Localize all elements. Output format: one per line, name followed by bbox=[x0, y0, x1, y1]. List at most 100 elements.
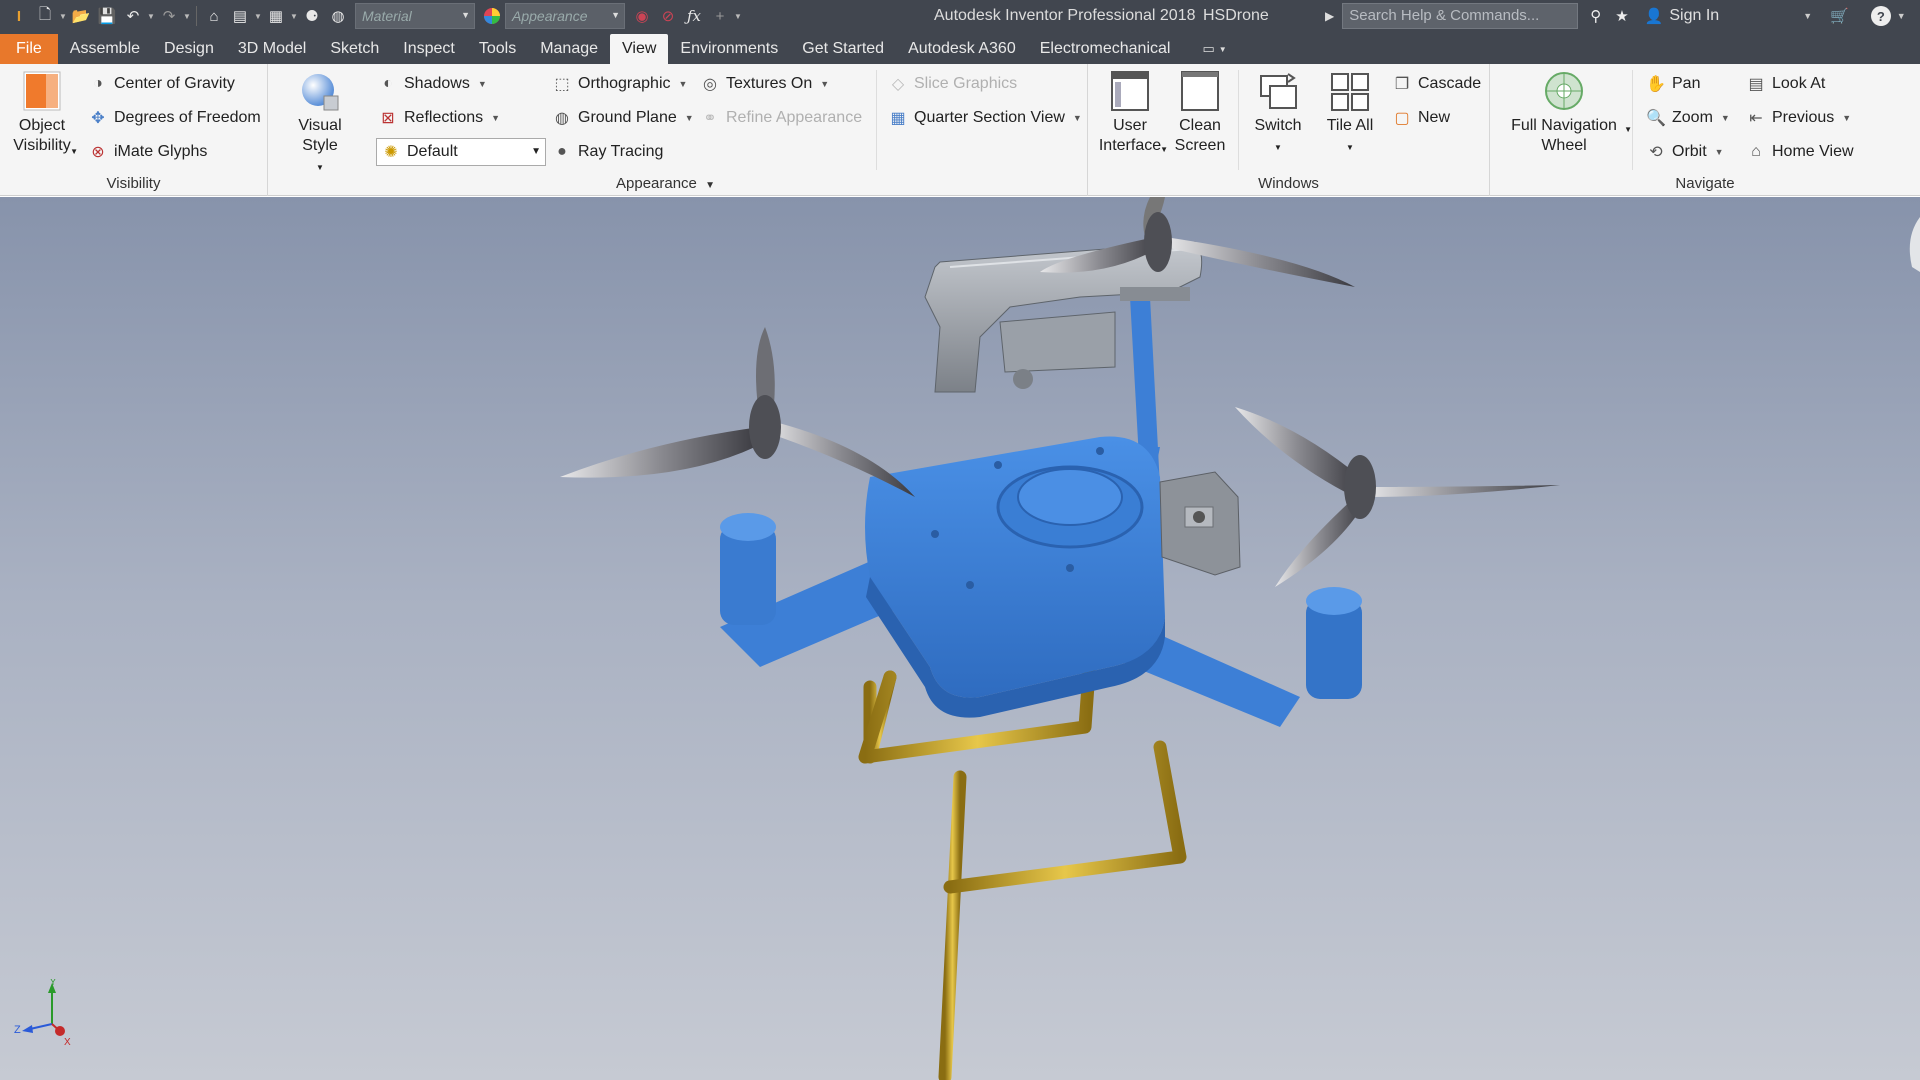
appearance-combo[interactable]: Appearance ▼ bbox=[505, 3, 625, 29]
chevron-down-icon: ▼ bbox=[70, 147, 78, 156]
shadows-button[interactable]: ◐ Shadows ▼ bbox=[378, 74, 487, 94]
orbit-button[interactable]: ⟲ Orbit ▼ bbox=[1646, 142, 1723, 162]
tab-3d-model[interactable]: 3D Model bbox=[226, 34, 318, 64]
home-icon[interactable]: ⌂ bbox=[201, 3, 227, 29]
refine-appearance-icon: ⚭ bbox=[703, 110, 717, 127]
print-dropdown-icon[interactable]: ▼ bbox=[253, 12, 263, 21]
clean-screen-label-2: Screen bbox=[1174, 137, 1226, 154]
pan-button[interactable]: ✋ Pan bbox=[1646, 74, 1700, 94]
adjust-appearance-icon[interactable]: ◉ bbox=[629, 3, 655, 29]
select-icon[interactable]: ▦ bbox=[263, 3, 289, 29]
object-visibility-label-2: Visibility bbox=[13, 137, 71, 154]
orthographic-button[interactable]: ⬚ Orthographic ▼ bbox=[552, 74, 687, 94]
reflections-button[interactable]: ⊠ Reflections ▼ bbox=[378, 108, 500, 128]
graphics-viewport[interactable]: Y Z X bbox=[0, 197, 1920, 1080]
full-navigation-wheel-button[interactable]: Full Navigation Wheel ▼ bbox=[1500, 70, 1632, 156]
new-dropdown-icon[interactable]: ▼ bbox=[58, 12, 68, 21]
tab-file[interactable]: File bbox=[0, 34, 58, 64]
panel-title-appearance[interactable]: Appearance ▼ bbox=[244, 175, 1087, 192]
tab-electromechanical[interactable]: Electromechanical bbox=[1028, 34, 1183, 64]
refine-appearance-button[interactable]: ⚭ Refine Appearance bbox=[700, 108, 862, 128]
chevron-down-icon: ▼ bbox=[1274, 143, 1282, 152]
degrees-of-freedom-label: Degrees of Freedom bbox=[114, 109, 261, 126]
tile-all-button[interactable]: Tile All ▼ bbox=[1316, 70, 1384, 158]
tab-get-started[interactable]: Get Started bbox=[790, 34, 896, 64]
add-icon[interactable]: + bbox=[707, 3, 733, 29]
divider bbox=[1238, 70, 1239, 170]
tab-inspect[interactable]: Inspect bbox=[391, 34, 467, 64]
material-combo[interactable]: Material ▼ bbox=[355, 3, 475, 29]
reflections-icon: ⊠ bbox=[381, 110, 395, 127]
ribbon-display-toggle[interactable]: ▭ ▼ bbox=[1202, 34, 1226, 64]
chevron-down-icon: ▼ bbox=[705, 180, 715, 191]
chevron-right-icon[interactable]: ▶ bbox=[1325, 9, 1334, 23]
tab-sketch[interactable]: Sketch bbox=[318, 34, 391, 64]
panel-navigate: Full Navigation Wheel ▼ ✋ Pan 🔍 Zoom ▼ ⟲… bbox=[1490, 64, 1920, 196]
object-visibility-button[interactable]: Object Visibility ▼ bbox=[6, 70, 78, 156]
panel-windows: User Interface ▼ Clean Screen Switch ▼ T… bbox=[1088, 64, 1490, 196]
object-visibility-label-1: Object bbox=[18, 117, 66, 134]
panel-title-navigate: Navigate bbox=[1675, 175, 1735, 192]
new-file-icon[interactable]: 🗋 bbox=[32, 3, 58, 29]
shadows-icon: ◐ bbox=[383, 75, 393, 92]
quarter-section-view-button[interactable]: ▦ Quarter Section View ▼ bbox=[888, 108, 1081, 128]
open-icon[interactable]: 📂 bbox=[68, 3, 94, 29]
imate-glyphs-icon: ⊗ bbox=[91, 144, 105, 161]
save-icon[interactable]: 💾 bbox=[94, 3, 120, 29]
tab-view[interactable]: View bbox=[610, 34, 669, 64]
lighting-style-combo[interactable]: ✺ Default ▼ bbox=[376, 138, 546, 166]
visual-style-button[interactable]: Visual Style ▼ bbox=[280, 70, 360, 178]
tab-design[interactable]: Design bbox=[152, 34, 226, 64]
help-dropdown-icon[interactable]: ▼ bbox=[1897, 11, 1906, 21]
clean-screen-button[interactable]: Clean Screen bbox=[1170, 70, 1230, 156]
color-wheel-icon[interactable] bbox=[479, 3, 505, 29]
imate-glyphs-button[interactable]: ⊗ iMate Glyphs bbox=[88, 142, 207, 162]
sign-in-dropdown-icon[interactable]: ▼ bbox=[1803, 11, 1812, 21]
center-of-gravity-button[interactable]: ◑ Center of Gravity bbox=[88, 74, 235, 94]
tab-assemble[interactable]: Assemble bbox=[58, 34, 152, 64]
drone-model[interactable] bbox=[0, 197, 1920, 1080]
clear-appearance-icon[interactable]: ⊘ bbox=[655, 3, 681, 29]
app-menu-icon[interactable]: I bbox=[6, 3, 32, 29]
redo-dropdown-icon[interactable]: ▼ bbox=[182, 12, 192, 21]
cart-icon[interactable]: 🛒 bbox=[1830, 7, 1849, 25]
switch-button[interactable]: Switch ▼ bbox=[1244, 70, 1312, 158]
redo-icon[interactable]: ↷ bbox=[156, 3, 182, 29]
star-icon[interactable]: ★ bbox=[1615, 7, 1628, 25]
print-icon[interactable]: ▤ bbox=[227, 3, 253, 29]
zoom-button[interactable]: 🔍 Zoom ▼ bbox=[1646, 108, 1730, 128]
cascade-button[interactable]: ❐ Cascade bbox=[1392, 74, 1481, 94]
tab-environments[interactable]: Environments bbox=[668, 34, 790, 64]
home-view-button[interactable]: ⌂ Home View bbox=[1746, 142, 1853, 162]
divider bbox=[196, 6, 197, 26]
textures-on-button[interactable]: ◎ Textures On ▼ bbox=[700, 74, 829, 94]
user-interface-button[interactable]: User Interface ▼ bbox=[1098, 70, 1168, 156]
undo-dropdown-icon[interactable]: ▼ bbox=[146, 12, 156, 21]
tab-manage[interactable]: Manage bbox=[528, 34, 610, 64]
pan-icon: ✋ bbox=[1646, 76, 1666, 93]
function-icon[interactable]: ƒx bbox=[681, 3, 707, 29]
search-input[interactable]: Search Help & Commands... bbox=[1342, 3, 1579, 29]
customize-dropdown-icon[interactable]: ▼ bbox=[733, 12, 743, 21]
search-options-icon[interactable]: ⚲ bbox=[1590, 7, 1601, 25]
tab-autodesk-a360[interactable]: Autodesk A360 bbox=[896, 34, 1028, 64]
user-icon[interactable]: 👤 bbox=[1645, 7, 1664, 25]
ground-plane-button[interactable]: ◍ Ground Plane ▼ bbox=[552, 108, 694, 128]
user-interface-label-1: User bbox=[1113, 117, 1147, 134]
ray-tracing-button[interactable]: ● Ray Tracing bbox=[552, 142, 663, 162]
previous-view-button[interactable]: ⇤ Previous ▼ bbox=[1746, 108, 1851, 128]
new-window-button[interactable]: ▢ New bbox=[1392, 108, 1450, 128]
previous-view-icon: ⇤ bbox=[1749, 110, 1763, 127]
appearance-placeholder: Appearance bbox=[512, 8, 588, 24]
tab-tools[interactable]: Tools bbox=[467, 34, 528, 64]
look-at-button[interactable]: ▤ Look At bbox=[1746, 74, 1825, 94]
update-icon[interactable]: ⚈ bbox=[299, 3, 325, 29]
help-icon[interactable]: ? bbox=[1870, 6, 1891, 26]
globe-icon[interactable]: ◍ bbox=[325, 3, 351, 29]
slice-graphics-button[interactable]: ◇ Slice Graphics bbox=[888, 74, 1017, 94]
select-dropdown-icon[interactable]: ▼ bbox=[289, 12, 299, 21]
undo-icon[interactable]: ↶ bbox=[120, 3, 146, 29]
camera-icon: ▭ bbox=[1202, 41, 1215, 56]
sign-in-link[interactable]: Sign In bbox=[1669, 7, 1719, 25]
degrees-of-freedom-button[interactable]: ✥ Degrees of Freedom bbox=[88, 108, 261, 128]
